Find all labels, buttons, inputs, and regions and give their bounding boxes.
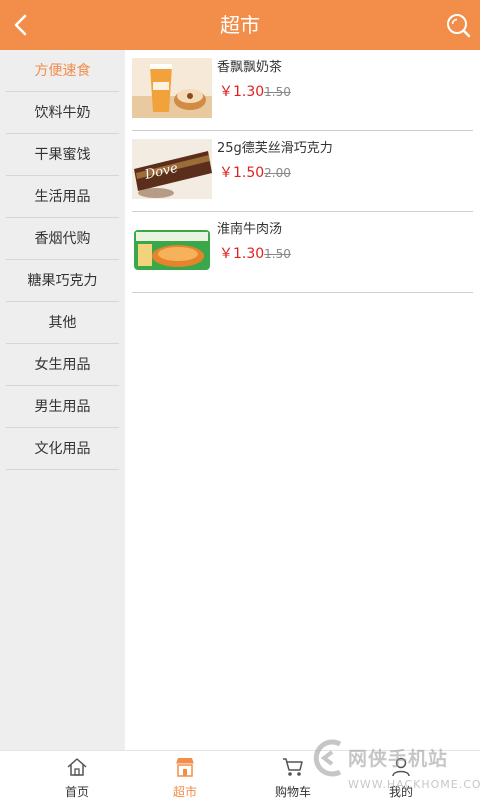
tab-home[interactable]: 首页 [32, 751, 122, 800]
original-price: 1.50 [264, 85, 291, 99]
product-image-dove-chocolate: Dove [132, 139, 212, 199]
category-item-men[interactable]: 男生用品 [6, 386, 119, 428]
original-price: 2.00 [264, 166, 291, 180]
search-icon[interactable] [444, 11, 472, 39]
product-image-beef-soup [132, 220, 212, 280]
product-name: 25g德芙丝滑巧克力 [217, 141, 333, 156]
category-item-cigarettes[interactable]: 香烟代购 [6, 218, 119, 260]
category-item-candy-chocolate[interactable]: 糖果巧克力 [6, 260, 119, 302]
category-item-daily-goods[interactable]: 生活用品 [6, 176, 119, 218]
home-icon [67, 758, 87, 776]
watermark: 网侠手机站 WWW.HACKHOME.COM [308, 734, 480, 800]
category-item-dried-fruit[interactable]: 干果蜜饯 [6, 134, 119, 176]
product-item[interactable]: Dove 25g德芙丝滑巧克力 ￥1.502.00 [132, 131, 473, 212]
product-list: 香飘飘奶茶 ￥1.301.50 Dove 25g德芙丝滑巧克力 ￥1.502.0… [125, 50, 480, 750]
category-item-women[interactable]: 女生用品 [6, 344, 119, 386]
app-header: 超市 [0, 0, 480, 50]
category-item-other[interactable]: 其他 [6, 302, 119, 344]
tab-label: 首页 [64, 785, 89, 799]
product-name: 淮南牛肉汤 [217, 222, 283, 237]
category-item-drinks-milk[interactable]: 饮料牛奶 [6, 92, 119, 134]
category-sidebar: 方便速食 饮料牛奶 干果蜜饯 生活用品 香烟代购 糖果巧克力 其他 女生用品 男… [0, 50, 125, 750]
product-price: ￥1.301.50 [219, 246, 291, 262]
product-name: 香飘飘奶茶 [217, 60, 283, 75]
product-item[interactable]: 淮南牛肉汤 ￥1.301.50 [132, 212, 473, 293]
category-item-instant-food[interactable]: 方便速食 [6, 50, 119, 92]
product-price: ￥1.301.50 [219, 84, 291, 100]
page-title: 超市 [220, 13, 260, 37]
product-image-milk-tea [132, 58, 212, 118]
watermark-url: WWW.HACKHOME.COM [348, 778, 480, 791]
watermark-text: 网侠手机站 [348, 748, 449, 770]
original-price: 1.50 [264, 247, 291, 261]
watermark-logo-icon [313, 739, 342, 777]
category-item-stationery[interactable]: 文化用品 [6, 428, 119, 470]
product-price: ￥1.502.00 [219, 165, 291, 181]
tab-supermarket[interactable]: 超市 [140, 751, 230, 800]
product-item[interactable]: 香飘飘奶茶 ￥1.301.50 [132, 50, 473, 131]
tab-label: 超市 [172, 785, 197, 799]
cart-icon [283, 758, 303, 776]
store-icon [176, 758, 194, 777]
